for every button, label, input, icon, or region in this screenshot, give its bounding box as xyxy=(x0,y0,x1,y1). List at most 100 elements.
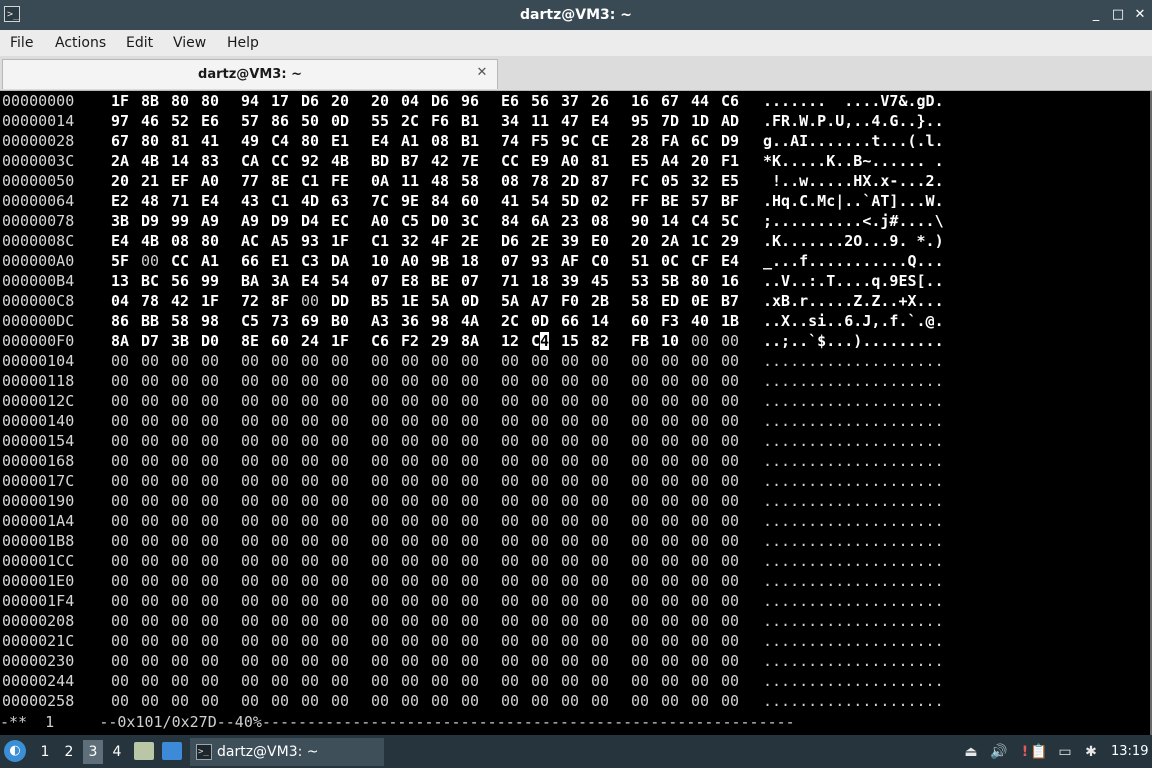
hex-byte[interactable]: 20 xyxy=(331,91,349,111)
hex-byte[interactable]: CC xyxy=(501,151,519,171)
hex-byte[interactable]: E4 xyxy=(371,131,389,151)
hex-byte[interactable]: 00 xyxy=(301,351,319,371)
hex-byte[interactable]: 9E xyxy=(401,191,419,211)
hex-byte[interactable]: 00 xyxy=(241,391,259,411)
hex-byte[interactable]: 00 xyxy=(561,411,579,431)
hex-byte[interactable]: 00 xyxy=(461,591,479,611)
hex-byte[interactable]: 00 xyxy=(561,391,579,411)
hex-byte[interactable]: 00 xyxy=(111,371,129,391)
hex-byte[interactable]: B1 xyxy=(461,111,479,131)
hex-byte[interactable]: 8E xyxy=(271,171,289,191)
hex-byte[interactable]: ED xyxy=(661,291,679,311)
hex-byte[interactable]: 34 xyxy=(501,111,519,131)
hex-byte[interactable]: 00 xyxy=(201,491,219,511)
hex-byte[interactable]: E6 xyxy=(201,111,219,131)
hex-byte[interactable]: 00 xyxy=(331,651,349,671)
hex-byte[interactable]: 00 xyxy=(461,491,479,511)
hex-byte[interactable]: 4B xyxy=(141,231,159,251)
hex-byte[interactable]: A4 xyxy=(661,151,679,171)
hex-byte[interactable]: 80 xyxy=(171,91,189,111)
hex-byte[interactable]: 00 xyxy=(721,471,739,491)
hex-byte[interactable]: 00 xyxy=(301,611,319,631)
hex-byte[interactable]: 00 xyxy=(501,511,519,531)
hex-byte[interactable]: C4 xyxy=(691,211,709,231)
hex-byte[interactable]: 00 xyxy=(301,391,319,411)
hex-byte[interactable]: 00 xyxy=(721,591,739,611)
hex-byte[interactable]: 00 xyxy=(331,471,349,491)
hex-byte[interactable]: 82 xyxy=(591,331,609,351)
hex-byte[interactable]: 4F xyxy=(431,231,449,251)
hex-byte[interactable]: A9 xyxy=(201,211,219,231)
hex-byte[interactable]: 15 xyxy=(561,331,579,351)
hex-byte[interactable]: 00 xyxy=(431,691,449,711)
hex-byte[interactable]: 00 xyxy=(531,691,549,711)
hex-byte[interactable]: 72 xyxy=(241,291,259,311)
hex-byte[interactable]: 00 xyxy=(531,371,549,391)
hex-byte[interactable]: 02 xyxy=(591,191,609,211)
hex-byte[interactable]: 00 xyxy=(301,531,319,551)
hex-byte[interactable]: 00 xyxy=(111,411,129,431)
hex-byte[interactable]: 00 xyxy=(201,591,219,611)
hex-byte[interactable]: 00 xyxy=(691,471,709,491)
hex-byte[interactable]: 10 xyxy=(661,331,679,351)
hex-byte[interactable]: 63 xyxy=(331,191,349,211)
hex-byte[interactable]: FA xyxy=(661,131,679,151)
hex-byte[interactable]: 3A xyxy=(271,271,289,291)
hex-byte[interactable]: 00 xyxy=(371,351,389,371)
hex-byte[interactable]: 07 xyxy=(461,271,479,291)
hex-byte[interactable]: 00 xyxy=(661,631,679,651)
hex-byte[interactable]: 00 xyxy=(461,431,479,451)
hex-byte[interactable]: 00 xyxy=(111,611,129,631)
hex-byte[interactable]: 00 xyxy=(591,671,609,691)
hex-byte[interactable]: BC xyxy=(141,271,159,291)
hex-byte[interactable]: 00 xyxy=(271,491,289,511)
hex-byte[interactable]: 00 xyxy=(301,691,319,711)
hex-byte[interactable]: 00 xyxy=(431,491,449,511)
hex-byte[interactable]: 00 xyxy=(501,671,519,691)
hex-byte[interactable]: 00 xyxy=(561,631,579,651)
hex-byte[interactable]: 00 xyxy=(371,371,389,391)
hex-byte[interactable]: 5A xyxy=(501,291,519,311)
hex-byte[interactable]: 2C xyxy=(501,311,519,331)
hex-byte[interactable]: 92 xyxy=(301,151,319,171)
hex-byte[interactable]: 00 xyxy=(531,411,549,431)
hex-byte[interactable]: 99 xyxy=(171,211,189,231)
hex-byte[interactable]: 00 xyxy=(271,451,289,471)
hex-byte[interactable]: 56 xyxy=(531,91,549,111)
hex-byte[interactable]: 00 xyxy=(561,651,579,671)
hex-byte[interactable]: 00 xyxy=(631,371,649,391)
hex-byte[interactable]: 00 xyxy=(591,571,609,591)
hex-byte[interactable]: 00 xyxy=(201,351,219,371)
hex-byte[interactable]: 20 xyxy=(691,151,709,171)
hex-byte[interactable]: 00 xyxy=(691,511,709,531)
hex-byte[interactable]: 98 xyxy=(201,311,219,331)
hex-byte[interactable]: 9C xyxy=(561,131,579,151)
hex-byte[interactable]: 00 xyxy=(171,391,189,411)
hex-byte[interactable]: 00 xyxy=(141,551,159,571)
hex-byte[interactable]: 4A xyxy=(461,311,479,331)
file-manager-launcher-icon[interactable] xyxy=(134,742,154,760)
hex-byte[interactable]: 00 xyxy=(561,351,579,371)
hex-byte[interactable]: D4 xyxy=(301,211,319,231)
hex-byte[interactable]: 00 xyxy=(141,471,159,491)
hex-byte[interactable]: 00 xyxy=(501,571,519,591)
hex-byte[interactable]: 56 xyxy=(171,271,189,291)
hex-byte[interactable]: 80 xyxy=(141,131,159,151)
hex-byte[interactable]: 00 xyxy=(401,351,419,371)
hex-byte[interactable]: 00 xyxy=(721,431,739,451)
hex-byte[interactable]: 00 xyxy=(501,491,519,511)
hex-byte[interactable]: 00 xyxy=(531,471,549,491)
menu-view[interactable]: View xyxy=(171,30,208,56)
hex-byte[interactable]: FE xyxy=(331,171,349,191)
hex-byte[interactable]: C5 xyxy=(401,211,419,231)
hex-byte[interactable]: 04 xyxy=(111,291,129,311)
hex-byte[interactable]: 3B xyxy=(111,211,129,231)
hex-byte[interactable]: 50 xyxy=(301,111,319,131)
hex-byte[interactable]: C5 xyxy=(241,311,259,331)
hex-byte[interactable]: 60 xyxy=(271,331,289,351)
hex-byte[interactable]: 00 xyxy=(691,551,709,571)
hex-byte[interactable]: 00 xyxy=(591,591,609,611)
hex-byte[interactable]: C6 xyxy=(721,91,739,111)
hex-byte[interactable]: 67 xyxy=(111,131,129,151)
hex-byte[interactable]: 7D xyxy=(661,111,679,131)
